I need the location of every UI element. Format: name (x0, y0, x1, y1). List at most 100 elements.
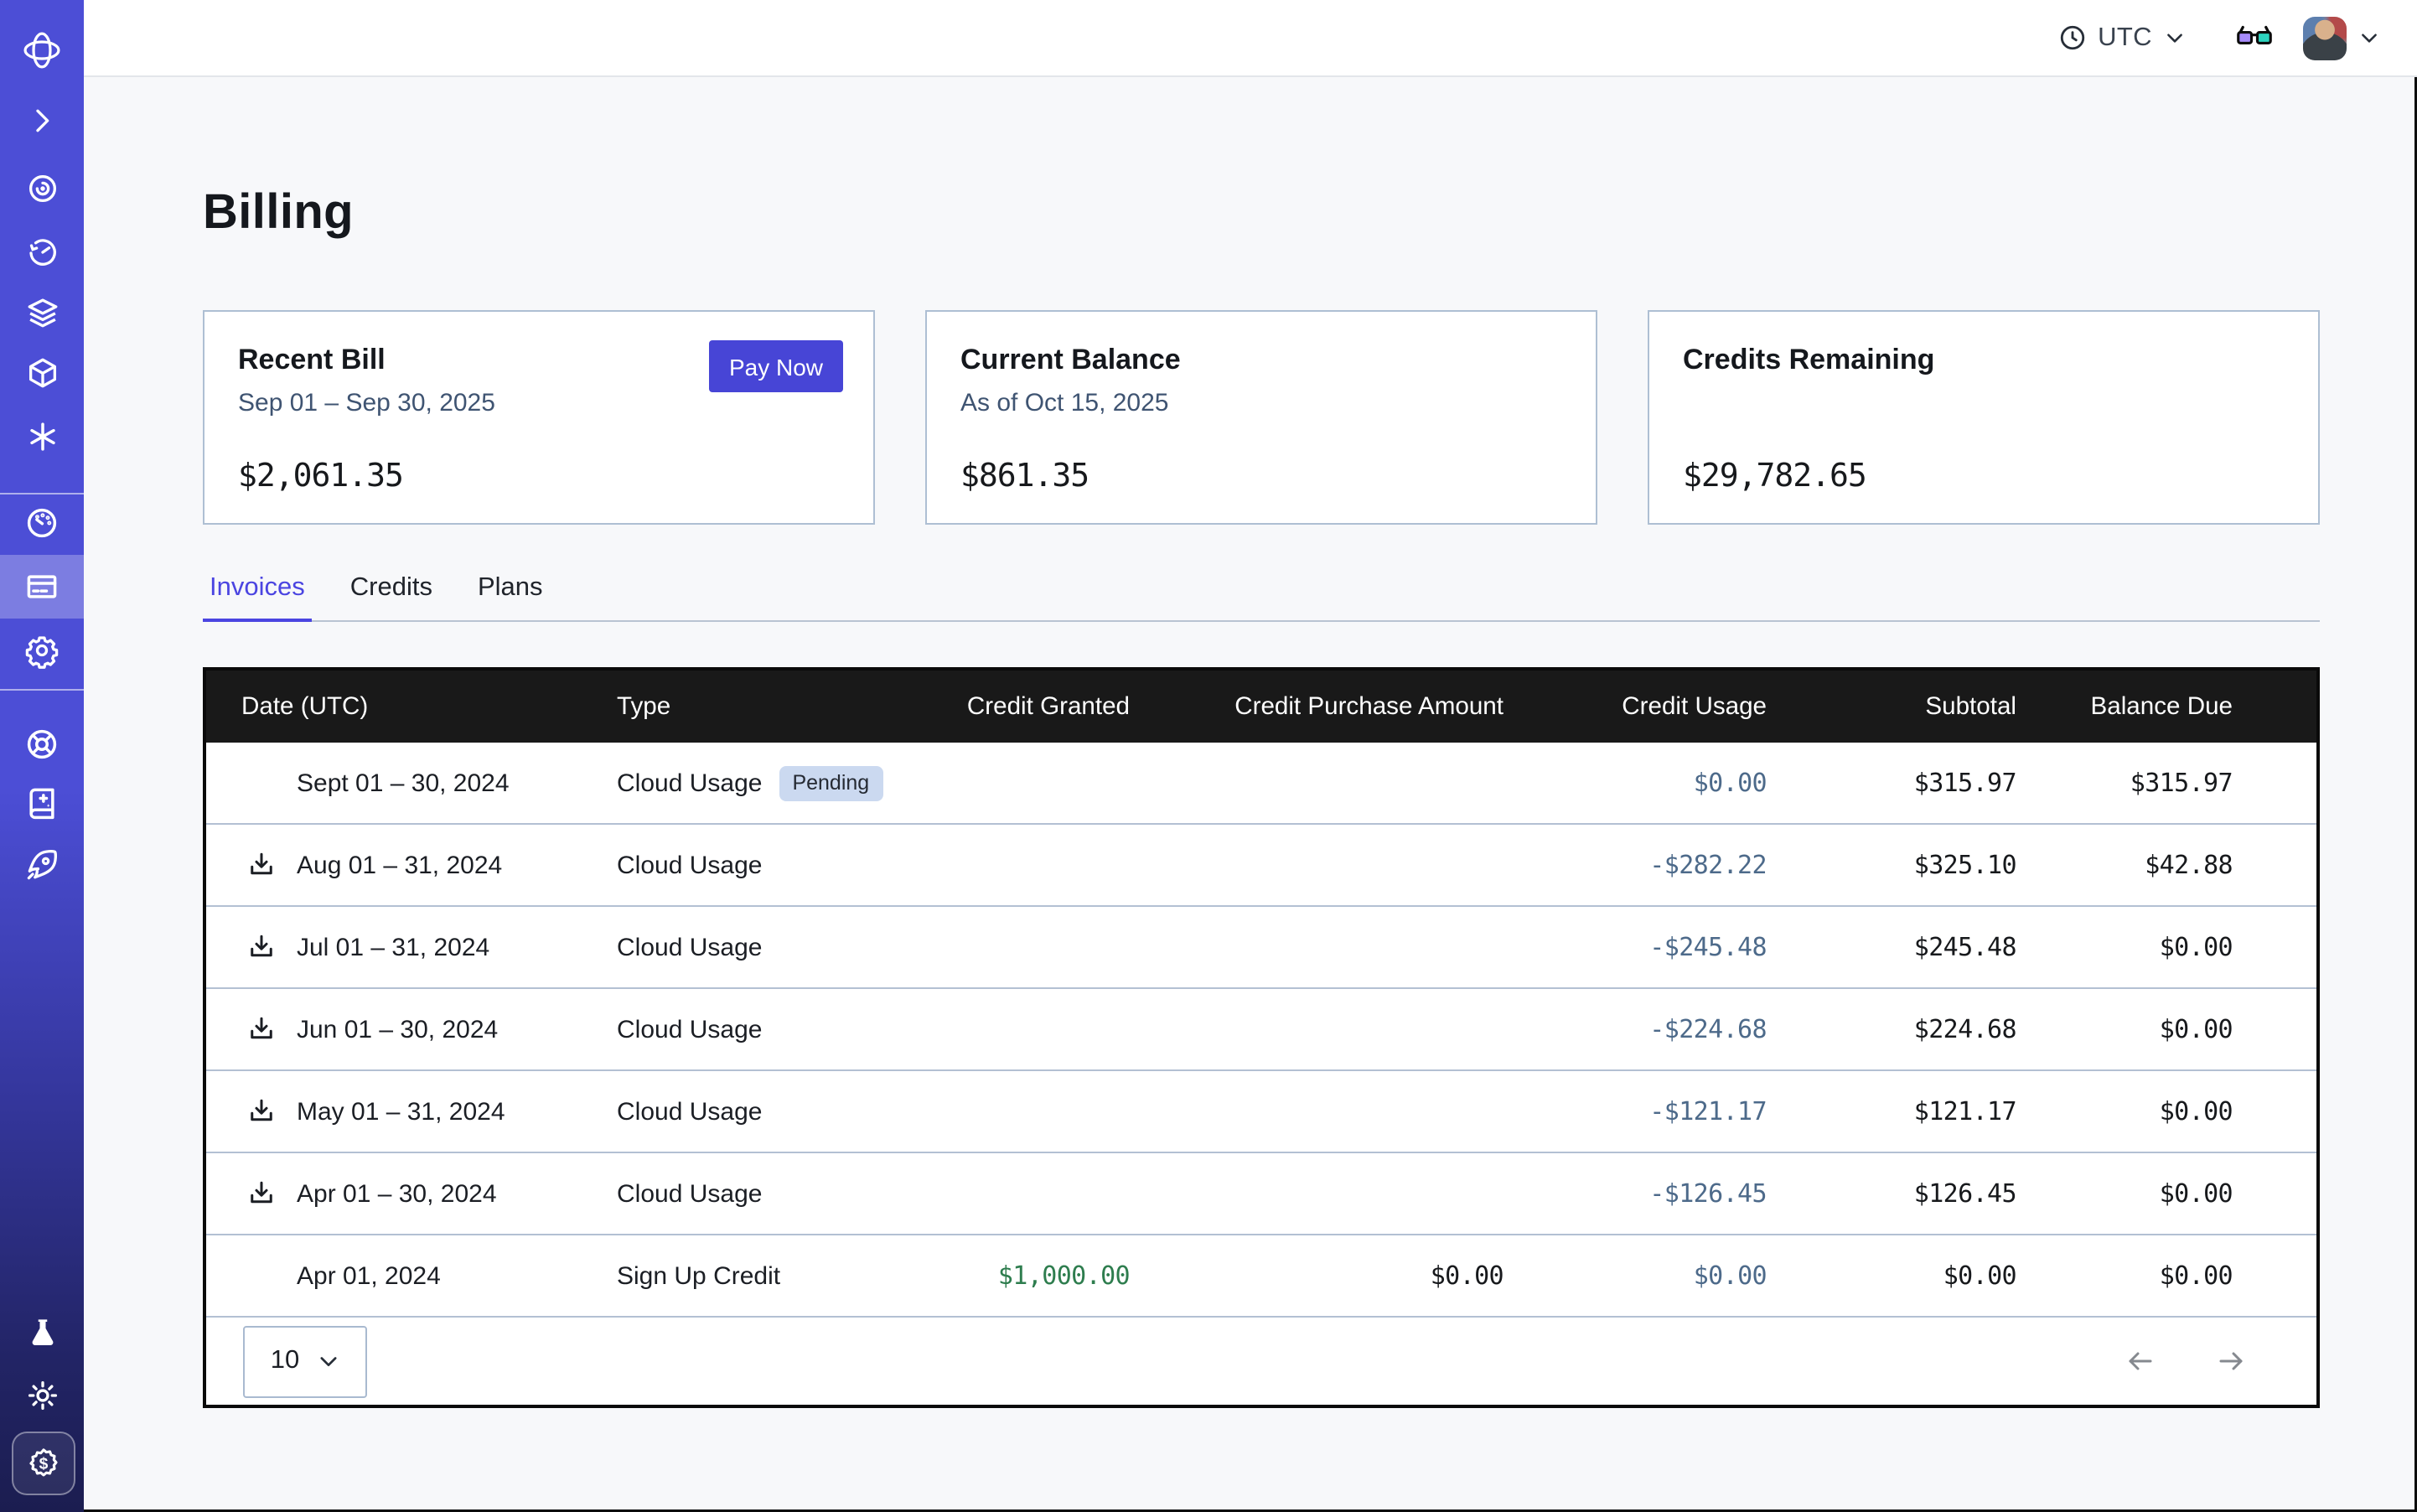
sidebar-divider (0, 689, 84, 691)
cell-type: Cloud Usage (617, 988, 902, 1070)
cell-balance-due: $0.00 (2016, 1235, 2316, 1316)
page-size-select[interactable]: 10 (243, 1325, 367, 1397)
download-icon (246, 1014, 277, 1044)
download-invoice-button[interactable] (246, 1014, 277, 1044)
cell-credit-granted (902, 1152, 1130, 1235)
tab-credits[interactable]: Credits (344, 573, 439, 622)
cell-subtotal: $121.17 (1767, 1070, 2016, 1152)
user-avatar[interactable] (2303, 16, 2347, 60)
column-header-balance-due: Balance Due (2016, 671, 2316, 743)
sidebar-item-orbit-icon[interactable] (0, 158, 84, 218)
sidebar-collapse-chevron-icon[interactable] (0, 91, 84, 151)
sidebar-item-settings-icon[interactable] (0, 620, 84, 681)
sidebar-item-dashboard-icon[interactable] (0, 493, 84, 553)
invoices-table-container: Date (UTC) Type Credit Granted Credit Pu… (203, 667, 2320, 1408)
cell-date: Aug 01 – 31, 2024 (206, 824, 617, 906)
billing-tabs: Invoices Credits Plans (203, 573, 2320, 622)
cell-subtotal: $0.00 (1767, 1235, 2016, 1316)
summary-cards: Recent Bill Sep 01 – Sep 30, 2025 $2,061… (203, 310, 2320, 525)
cell-subtotal: $325.10 (1767, 824, 2016, 906)
timezone-selector[interactable]: UTC (2057, 23, 2186, 53)
cell-type: Cloud Usage (617, 1152, 902, 1235)
table-header: Date (UTC) Type Credit Granted Credit Pu… (206, 671, 2316, 743)
sidebar-item-labs-flask-icon[interactable] (0, 1302, 84, 1363)
invoice-row: Aug 01 – 31, 2024 Cloud Usage -$282.22$325… (206, 824, 2316, 906)
cell-balance-due: $0.00 (2016, 906, 2316, 988)
cell-balance-due: $0.00 (2016, 1152, 2316, 1235)
column-header-credit-purchase: Credit Purchase Amount (1130, 671, 1504, 743)
invoice-date: Sept 01 – 30, 2024 (297, 769, 510, 797)
download-invoice-button[interactable] (246, 1178, 277, 1209)
chevron-down-icon[interactable] (2358, 27, 2380, 49)
cell-credit-granted (902, 743, 1130, 824)
sidebar-item-docs-icon[interactable] (0, 773, 84, 833)
invoice-row: Apr 01 – 30, 2024Cloud Usage-$126.45$126… (206, 1152, 2316, 1235)
download-placeholder (246, 1261, 277, 1291)
cell-credit-purchase (1130, 1152, 1504, 1235)
invoices-table: Date (UTC) Type Credit Granted Credit Pu… (206, 671, 2316, 1316)
cell-credit-purchase: $0.00 (1130, 1235, 1504, 1316)
sidebar-item-asterisk-icon[interactable] (0, 406, 84, 466)
cell-credit-granted (902, 988, 1130, 1070)
svg-text:$: $ (39, 1456, 49, 1473)
sidebar-item-layers-icon[interactable] (0, 282, 84, 342)
sidebar-item-support-icon[interactable] (0, 714, 84, 774)
sidebar-item-billing-icon[interactable] (0, 557, 84, 617)
download-invoice-button[interactable] (246, 850, 277, 880)
invoice-row: Jul 01 – 31, 2024Cloud Usage-$245.48$245… (206, 906, 2316, 988)
download-invoice-button[interactable] (246, 932, 277, 962)
column-header-credit-granted: Credit Granted (902, 671, 1130, 743)
download-invoice-button[interactable] (246, 1096, 277, 1126)
sidebar-item-credits-badge-icon[interactable]: $ (12, 1432, 75, 1495)
cell-credit-purchase (1130, 988, 1504, 1070)
invoice-type: Cloud Usage (617, 1015, 762, 1043)
cell-credit-usage: -$224.68 (1504, 988, 1767, 1070)
column-header-credit-usage: Credit Usage (1504, 671, 1767, 743)
invoice-row: May 01 – 31, 2024Cloud Usage -$121.17$121… (206, 1070, 2316, 1152)
card-amount: $2,061.35 (238, 458, 403, 495)
app-logo-icon (0, 20, 84, 80)
glasses-icon[interactable] (2236, 25, 2273, 50)
cell-balance-due: $0.00 (2016, 988, 2316, 1070)
cell-date: May 01 – 31, 2024 (206, 1070, 617, 1152)
sidebar-item-timer-icon[interactable] (0, 221, 84, 282)
cell-credit-usage: $0.00 (1504, 1235, 1767, 1316)
cell-subtotal: $315.97 (1767, 743, 2016, 824)
tab-plans[interactable]: Plans (471, 573, 550, 622)
timezone-label: UTC (2098, 23, 2152, 53)
invoice-type: Cloud Usage (617, 1097, 762, 1126)
invoice-type: Sign Up Credit (617, 1261, 780, 1290)
invoice-row: Sept 01 – 30, 2024Cloud UsagePending$0.0… (206, 743, 2316, 824)
cell-type: Cloud Usage (617, 824, 902, 906)
next-page-button[interactable] (2216, 1346, 2246, 1376)
tab-invoices[interactable]: Invoices (203, 573, 312, 622)
sidebar: $ (0, 0, 84, 1512)
cell-date: Jul 01 – 31, 2024 (206, 906, 617, 988)
cell-credit-granted: $1,000.00 (902, 1235, 1130, 1316)
invoice-type: Cloud Usage (617, 1179, 762, 1208)
download-placeholder (246, 768, 277, 798)
cell-credit-usage: $0.00 (1504, 743, 1767, 824)
cell-credit-granted (902, 1070, 1130, 1152)
credits-remaining-card: Credits Remaining $29,782.65 (1648, 310, 2320, 525)
cell-subtotal: $126.45 (1767, 1152, 2016, 1235)
card-amount: $29,782.65 (1683, 458, 1866, 495)
billing-page: $ UTC Billing (0, 0, 2417, 1512)
card-subtitle: Sep 01 – Sep 30, 2025 (238, 389, 840, 417)
invoice-date: Aug 01 – 31, 2024 (297, 851, 502, 879)
cell-credit-purchase (1130, 1070, 1504, 1152)
sidebar-item-cube-icon[interactable] (0, 342, 84, 402)
cell-credit-usage: -$121.17 (1504, 1070, 1767, 1152)
sidebar-item-rocket-icon[interactable] (0, 835, 84, 895)
arrow-left-icon (2125, 1346, 2156, 1376)
cell-balance-due: $42.88 (2016, 824, 2316, 906)
previous-page-button[interactable] (2125, 1346, 2156, 1376)
arrow-right-icon (2216, 1346, 2246, 1376)
card-title: Current Balance (960, 344, 1562, 377)
cell-credit-usage: -$126.45 (1504, 1152, 1767, 1235)
sidebar-item-theme-sun-icon[interactable] (0, 1364, 84, 1425)
invoice-type: Cloud Usage (617, 769, 762, 797)
cell-balance-due: $315.97 (2016, 743, 2316, 824)
pay-now-button[interactable]: Pay Now (709, 340, 843, 392)
cell-credit-usage: -$282.22 (1504, 824, 1767, 906)
